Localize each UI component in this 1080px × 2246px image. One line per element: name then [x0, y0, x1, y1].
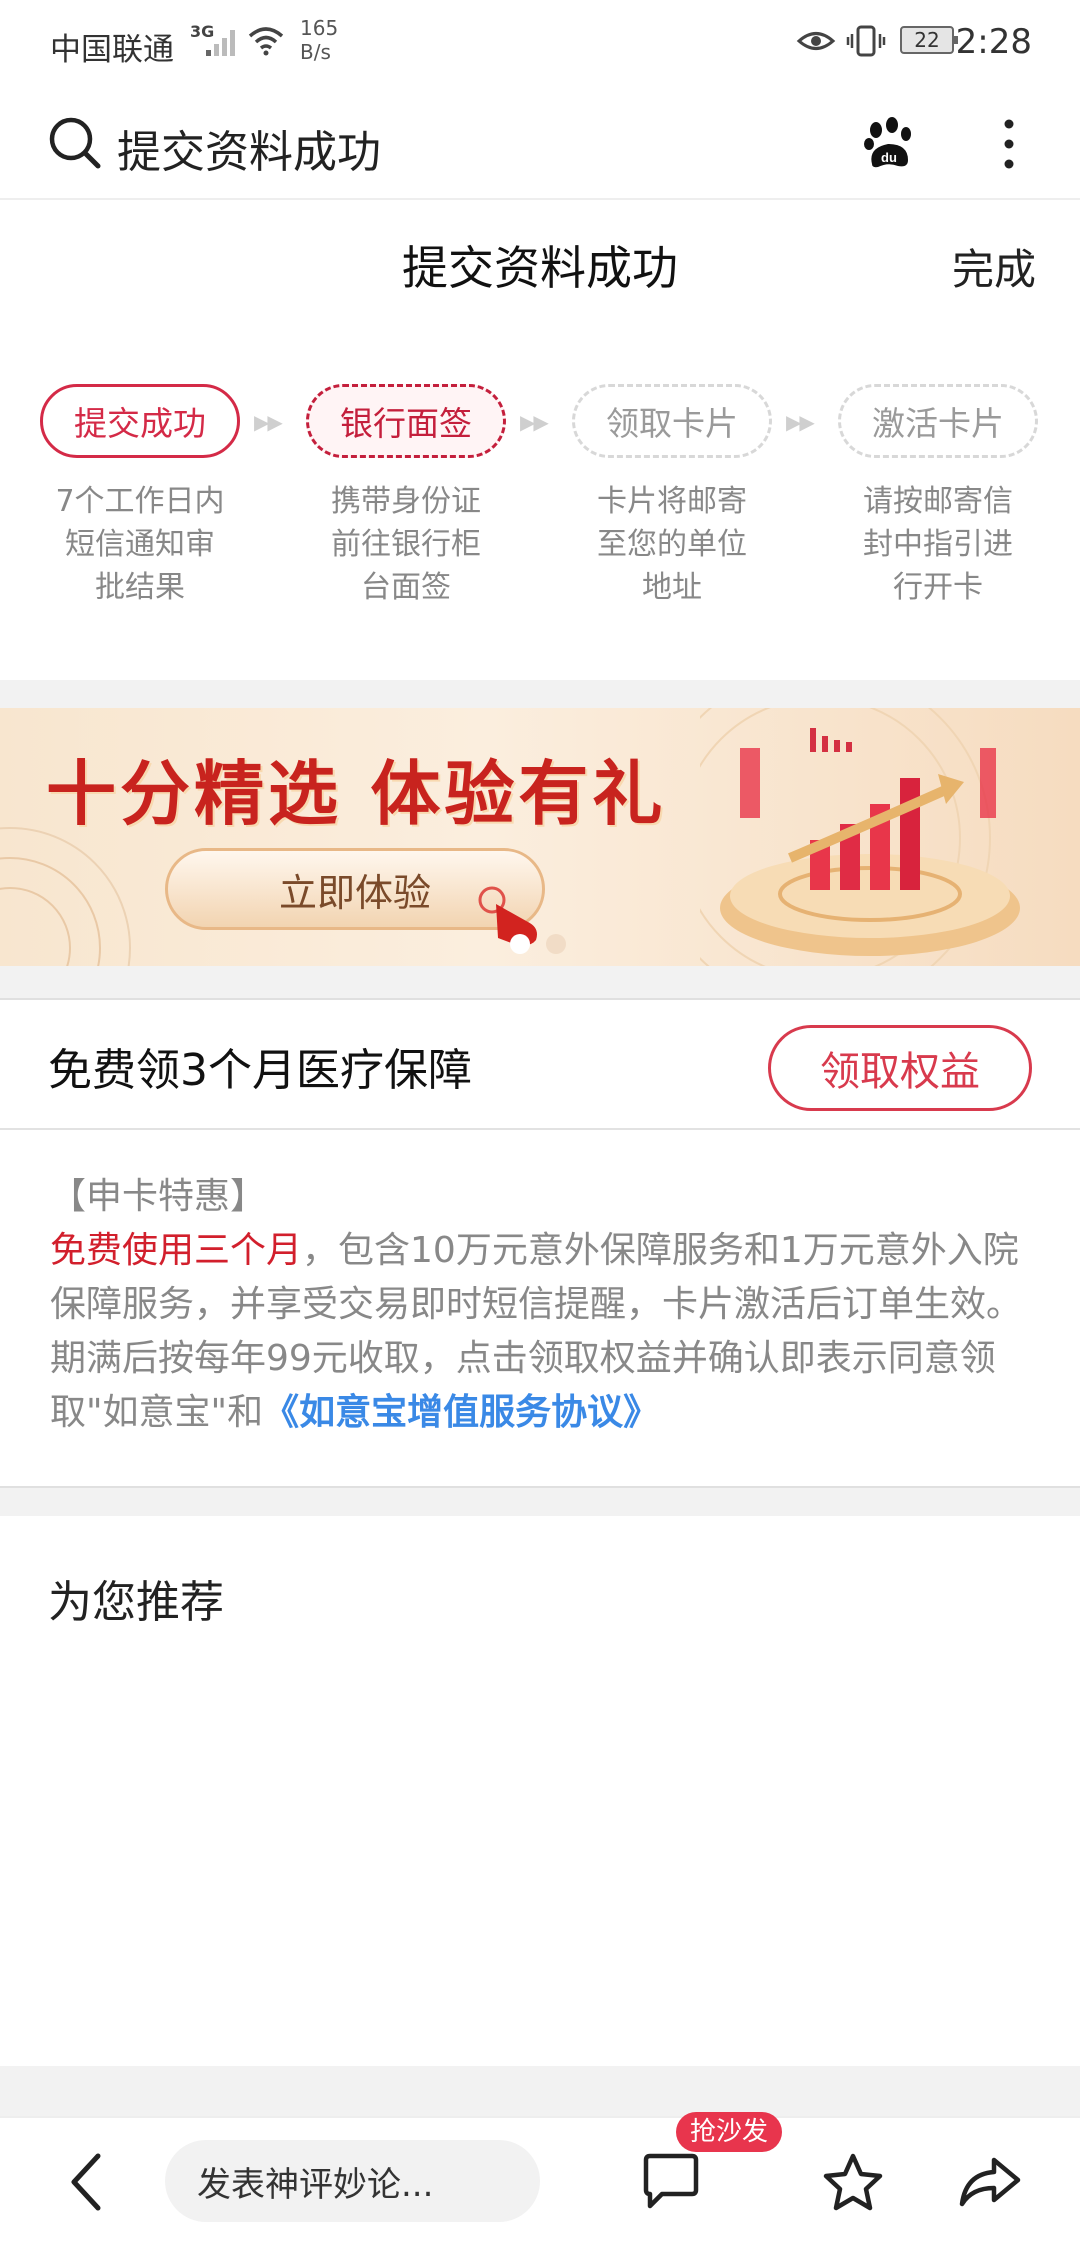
speed-value: 165	[300, 16, 339, 40]
section-divider	[0, 2066, 1080, 2116]
step-description: 7个工作日内 短信通知审 批结果	[30, 480, 250, 609]
section-divider	[0, 966, 1080, 1000]
step-submit-success: 提交成功	[40, 384, 240, 458]
step-arrow-icon: ▶▶	[254, 410, 283, 434]
agreement-link[interactable]: 《如意宝增值服务协议》	[263, 1392, 659, 1433]
promo-banner[interactable]: 十分精选 体验有礼 立即体验	[0, 708, 1080, 966]
step-receive-card: 领取卡片	[572, 384, 772, 458]
section-divider	[0, 680, 1080, 708]
banner-title: 十分精选 体验有礼	[46, 753, 667, 835]
sofa-badge: 抢沙发	[676, 2112, 783, 2152]
clock: 2:28	[955, 22, 1032, 62]
recommend-title: 为您推荐	[48, 1577, 224, 1628]
promo-body: 免费使用三个月，包含10万元意外保障服务和1万元意外入院保障服务，并享受交易即时…	[50, 1224, 1040, 1440]
rising-chart-illustration	[700, 708, 1020, 966]
comment-icon[interactable]	[640, 2152, 702, 2216]
share-icon[interactable]	[958, 2154, 1022, 2214]
benefit-title: 免费领3个月医疗保障	[48, 1045, 472, 1096]
promo-description: 【申卡特惠】 免费使用三个月，包含10万元意外保障服务和1万元意外入院保障服务，…	[50, 1170, 1040, 1440]
step-desc-line: 行开卡	[893, 570, 983, 605]
step-bank-sign: 银行面签	[306, 384, 506, 458]
bottom-toolbar: 发表神评妙论... 抢沙发	[0, 2112, 1080, 2246]
step-desc-line: 至您的单位	[597, 527, 747, 562]
step-description: 携带身份证 前往银行柜 台面签	[296, 480, 516, 609]
step-arrow-icon: ▶▶	[786, 410, 815, 434]
claim-benefit-button[interactable]: 领取权益	[768, 1025, 1032, 1111]
eye-comfort-icon	[796, 26, 836, 60]
promo-heading: 【申卡特惠】	[50, 1176, 267, 1217]
step-desc-line: 前往银行柜	[331, 527, 481, 562]
promo-highlight: 免费使用三个月	[50, 1230, 303, 1271]
carousel-dot[interactable]	[546, 934, 566, 954]
status-bar: 中国联通 3G 165 B/s 22 2:28	[0, 0, 1080, 86]
step-desc-line: 卡片将邮寄	[597, 484, 747, 519]
step-desc-line: 7个工作日内	[55, 484, 225, 519]
comment-input[interactable]: 发表神评妙论...	[165, 2140, 540, 2222]
step-desc-line: 批结果	[95, 570, 185, 605]
vibrate-icon	[846, 24, 886, 62]
done-button[interactable]: 完成	[952, 236, 1036, 297]
step-desc-line: 携带身份证	[331, 484, 481, 519]
step-description: 卡片将邮寄 至您的单位 地址	[562, 480, 782, 609]
svg-text:du: du	[881, 150, 897, 165]
more-menu-icon[interactable]	[996, 116, 1022, 176]
step-activate-card: 激活卡片	[838, 384, 1038, 458]
back-arrow-icon[interactable]	[66, 2152, 106, 2216]
page-title: 提交资料成功	[402, 241, 678, 295]
speed-unit: B/s	[300, 40, 331, 64]
step-desc-line: 封中指引进	[863, 527, 1013, 562]
network-speed: 165 B/s	[300, 16, 338, 64]
browser-address-bar[interactable]: 提交资料成功 du	[0, 86, 1080, 200]
wifi-icon	[246, 24, 286, 60]
favorite-star-icon[interactable]	[822, 2152, 884, 2216]
step-desc-line: 短信通知审	[65, 527, 215, 562]
step-description: 请按邮寄信 封中指引进 行开卡	[828, 480, 1048, 609]
battery-level: 22	[914, 28, 940, 52]
search-icon[interactable]	[48, 116, 102, 174]
address-bar-title[interactable]: 提交资料成功	[117, 116, 381, 180]
step-desc-line: 请按邮寄信	[863, 484, 1013, 519]
carousel-dot-active[interactable]	[510, 934, 530, 954]
step-desc-line: 地址	[642, 570, 702, 605]
baidu-paw-icon[interactable]: du	[862, 116, 916, 174]
carrier-label: 中国联通	[50, 32, 174, 68]
battery-icon: 22	[900, 26, 958, 54]
section-divider	[0, 1486, 1080, 1516]
divider	[0, 1128, 1080, 1130]
step-desc-line: 台面签	[361, 570, 451, 605]
step-arrow-icon: ▶▶	[520, 410, 549, 434]
signal-icon	[204, 24, 244, 62]
